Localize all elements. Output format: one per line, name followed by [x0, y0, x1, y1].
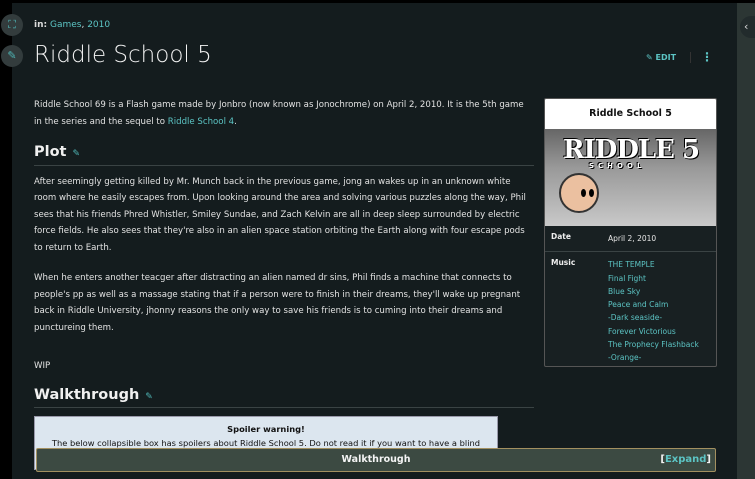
collapse-sidebar-button[interactable]: ‹ [740, 16, 755, 38]
intro-paragraph: Riddle School 69 is a Flash game made by… [34, 97, 534, 130]
breadcrumb-prefix: in: [34, 20, 48, 30]
music-link[interactable]: Blue Sky [608, 285, 699, 298]
expand-link[interactable]: [Expand] [660, 449, 711, 471]
intro-end: . [234, 116, 237, 127]
right-rail [737, 3, 755, 479]
plot-paragraph: After seemingly getting killed by Mr. Mu… [34, 176, 526, 253]
plot-heading: Plot ✎ [34, 144, 534, 166]
walkthrough-collapsible: Walkthrough [Expand] [36, 448, 716, 472]
music-list: THE TEMPLE Final Fight Blue Sky Peace an… [608, 258, 699, 364]
plot-heading-text: Plot [34, 144, 67, 160]
character-head [559, 173, 599, 213]
category-2010[interactable]: 2010 [87, 20, 110, 30]
divider [690, 52, 691, 63]
music-link[interactable]: Peace and Calm [608, 298, 699, 311]
walkthrough-heading: Walkthrough ✎ [34, 386, 534, 408]
game-cover-image: RIDDLE 5 SCHOOL [545, 129, 716, 226]
music-link[interactable]: THE TEMPLE [608, 258, 699, 271]
link-riddle-school-4[interactable]: Riddle School 4 [168, 117, 234, 127]
plot-paragraph: WIP [34, 361, 51, 371]
music-link[interactable]: Forever Victorious [608, 325, 699, 338]
music-link[interactable]: -Dark seaside- [608, 311, 699, 324]
infobox: Riddle School 5 RIDDLE 5 SCHOOL Date April… [544, 98, 717, 367]
infobox-row-music: Music THE TEMPLE Final Fight Blue Sky Pe… [545, 252, 716, 366]
expand-label[interactable]: Expand [665, 454, 706, 465]
page-title: Riddle School 5 [34, 42, 212, 68]
infobox-title: Riddle School 5 [545, 99, 716, 129]
edit-label: EDIT [655, 53, 677, 62]
category-games[interactable]: Games [50, 20, 81, 30]
game-logo: RIDDLE 5 SCHOOL [563, 135, 700, 170]
music-label: Music [551, 258, 576, 268]
music-link[interactable]: The Prophecy Flashback [608, 338, 699, 351]
infobox-row-date: Date April 2, 2010 [545, 226, 716, 253]
fullscreen-icon[interactable]: ⛶ [1, 14, 23, 36]
article-content: Riddle School 69 is a Flash game made by… [34, 97, 534, 470]
intro-text: Riddle School 69 is a Flash game made by… [34, 100, 524, 127]
music-link[interactable]: Final Fight [608, 272, 699, 285]
edit-section-icon[interactable]: ✎ [73, 149, 81, 159]
date-value: April 2, 2010 [608, 234, 657, 243]
edit-section-icon[interactable]: ✎ [145, 392, 153, 402]
walkthrough-heading-text: Walkthrough [34, 386, 140, 403]
music-link[interactable]: -Orange- [608, 351, 699, 364]
collapsible-title: Walkthrough [341, 454, 411, 465]
edit-pencil-icon[interactable]: ✎ [1, 45, 23, 67]
pencil-icon: ✎ [646, 53, 653, 62]
edit-button[interactable]: ✎ EDIT [646, 53, 676, 62]
spoiler-title: Spoiler warning! [227, 424, 305, 434]
breadcrumb: in: Games, 2010 [34, 20, 111, 30]
more-options-icon[interactable]: ⋮ [701, 50, 713, 64]
plot-paragraph: When he enters another teacger after dis… [34, 273, 521, 333]
date-label: Date [551, 232, 571, 241]
